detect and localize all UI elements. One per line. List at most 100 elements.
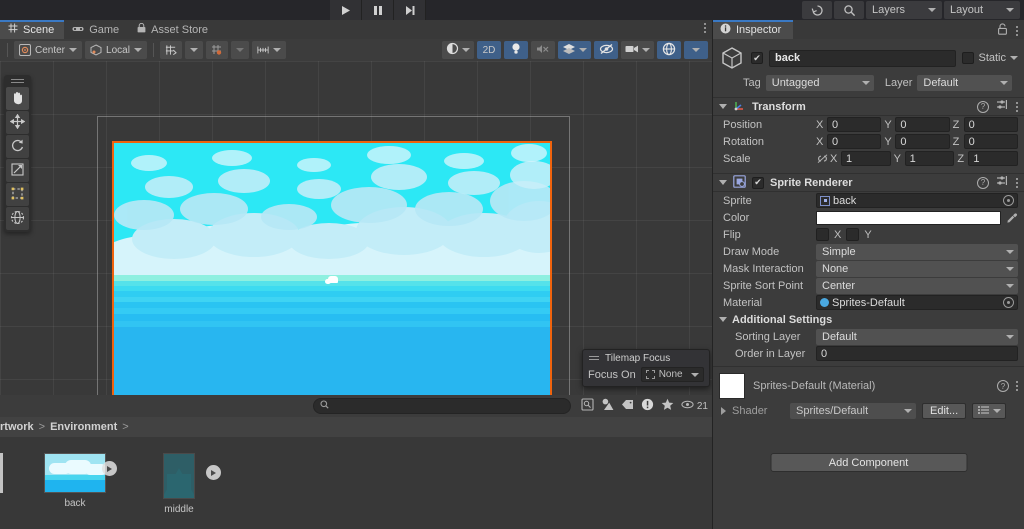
gizmos-button[interactable] [657,41,681,59]
project-search-input[interactable] [333,400,564,412]
drag-handle-icon[interactable] [589,356,599,360]
shader-preset-button[interactable] [972,403,1007,419]
additional-settings-header[interactable]: Additional Settings [713,311,1024,328]
tilemap-focus-overlay[interactable]: Tilemap Focus Focus On None [582,349,710,387]
scale-y-field[interactable]: 1 [904,151,955,166]
rotate-tool-button[interactable] [6,135,29,158]
position-y-field[interactable]: 0 [895,117,950,132]
layer-dropdown[interactable]: Default [917,75,1012,91]
flip-y-checkbox[interactable] [846,228,860,241]
handle-space-button[interactable]: Local [85,41,147,59]
breadcrumb-item-1[interactable]: Environment [50,421,117,433]
scene-camera-button[interactable] [621,41,654,59]
play-button[interactable] [330,0,362,20]
scene-view[interactable]: Tilemap Focus Focus On None [0,61,712,395]
grid-size-button[interactable] [251,41,286,59]
preset-icon[interactable] [996,175,1009,190]
toggle-2d-button[interactable]: 2D [477,41,501,59]
grid-snapping-button[interactable] [159,41,182,59]
foldout-arrow-icon[interactable] [719,104,727,109]
focus-on-dropdown[interactable]: None [640,367,704,382]
add-component-button[interactable]: Add Component [770,453,967,472]
step-button[interactable] [394,0,426,20]
rotation-x-field[interactable]: 0 [827,134,882,149]
hand-tool-button[interactable] [6,87,29,110]
layout-dropdown[interactable]: Layout [944,1,1020,19]
help-icon[interactable]: ? [977,100,989,113]
kebab-menu-icon[interactable] [1016,25,1018,36]
transform-tool-button[interactable] [6,207,29,230]
scene-effects-button[interactable] [558,41,591,59]
tag-dropdown[interactable]: Untagged [765,75,874,91]
rotation-y-field[interactable]: 0 [895,134,950,149]
expand-arrow-icon[interactable] [721,407,726,415]
label-filter-icon[interactable] [621,399,634,413]
object-picker-icon[interactable] [1003,195,1014,206]
grid-snapping-dropdown[interactable] [184,41,203,59]
scene-audio-button[interactable] [531,41,555,59]
expand-sprite-button[interactable] [206,465,221,480]
help-icon[interactable]: ? [977,176,989,189]
tab-game[interactable]: Game [64,20,129,39]
expand-sprite-button[interactable] [102,461,117,476]
asset-item-middle[interactable]: middle [146,447,221,529]
asset-item-partial[interactable] [0,447,24,529]
eyedropper-icon[interactable] [1005,212,1018,224]
rotation-z-field[interactable]: 0 [963,134,1018,149]
kebab-menu-icon[interactable] [1016,177,1018,188]
color-swatch-field[interactable] [816,210,1001,225]
pause-button[interactable] [362,0,394,20]
static-checkbox[interactable] [962,52,975,64]
draw-mode-dropdown[interactable]: Simple [816,243,1018,260]
hidden-objects-button[interactable] [594,41,618,59]
sort-point-dropdown[interactable]: Center [816,277,1018,294]
sprite-renderer-enabled-checkbox[interactable] [752,176,764,189]
scene-lighting-button[interactable] [504,41,528,59]
mask-interaction-dropdown[interactable]: None [816,260,1018,277]
pivot-mode-button[interactable]: Center [14,41,83,59]
flip-x-checkbox[interactable] [816,228,829,241]
snap-increment-dropdown[interactable] [230,41,249,59]
gizmos-dropdown[interactable] [684,41,708,59]
favorite-filter-icon[interactable] [661,398,674,414]
search-icon[interactable] [834,1,864,19]
foldout-arrow-icon[interactable] [719,317,727,322]
chevron-down-icon[interactable] [1010,56,1018,60]
history-icon[interactable] [802,1,832,19]
sorting-layer-dropdown[interactable]: Default [816,328,1018,345]
preset-icon[interactable] [996,99,1009,114]
breadcrumb-item-0[interactable]: rtwork [0,421,34,433]
project-search-box[interactable] [313,398,571,414]
prefab-filter-icon[interactable] [601,398,614,414]
selected-sprite-back[interactable] [112,141,552,395]
tab-inspector[interactable]: Inspector [713,20,794,39]
tab-asset-store[interactable]: Asset Store [129,20,218,39]
position-x-field[interactable]: 0 [827,117,882,132]
search-save-icon[interactable] [581,398,594,414]
component-header-sprite-renderer[interactable]: Sprite Renderer ? [713,173,1024,192]
shading-mode-button[interactable] [442,41,474,59]
kebab-menu-icon[interactable] [1016,101,1018,112]
scene-panel-menu[interactable] [704,23,706,33]
layers-dropdown[interactable]: Layers [866,1,942,19]
edit-shader-button[interactable]: Edit... [922,403,967,419]
gameobject-name-field[interactable]: back [769,49,957,67]
lock-icon[interactable] [997,23,1008,38]
kebab-menu-icon[interactable] [1016,381,1018,391]
move-tool-button[interactable] [6,111,29,134]
rect-tool-button[interactable] [6,183,29,206]
palette-grip[interactable] [6,77,29,85]
scale-tool-button[interactable] [6,159,29,182]
sprite-object-field[interactable]: back [816,193,1018,208]
gameobject-enabled-checkbox[interactable] [751,52,763,64]
foldout-arrow-icon[interactable] [719,180,727,185]
help-icon[interactable]: ? [997,380,1009,392]
shader-dropdown[interactable]: Sprites/Default [790,403,916,419]
tab-scene[interactable]: Scene [0,20,65,39]
component-header-transform[interactable]: Transform ? [713,97,1024,116]
warning-filter-icon[interactable] [641,398,654,414]
material-object-field[interactable]: Sprites-Default [816,295,1018,310]
object-picker-icon[interactable] [1003,297,1014,308]
snap-increment-button[interactable] [205,41,228,59]
order-in-layer-field[interactable]: 0 [816,346,1018,361]
